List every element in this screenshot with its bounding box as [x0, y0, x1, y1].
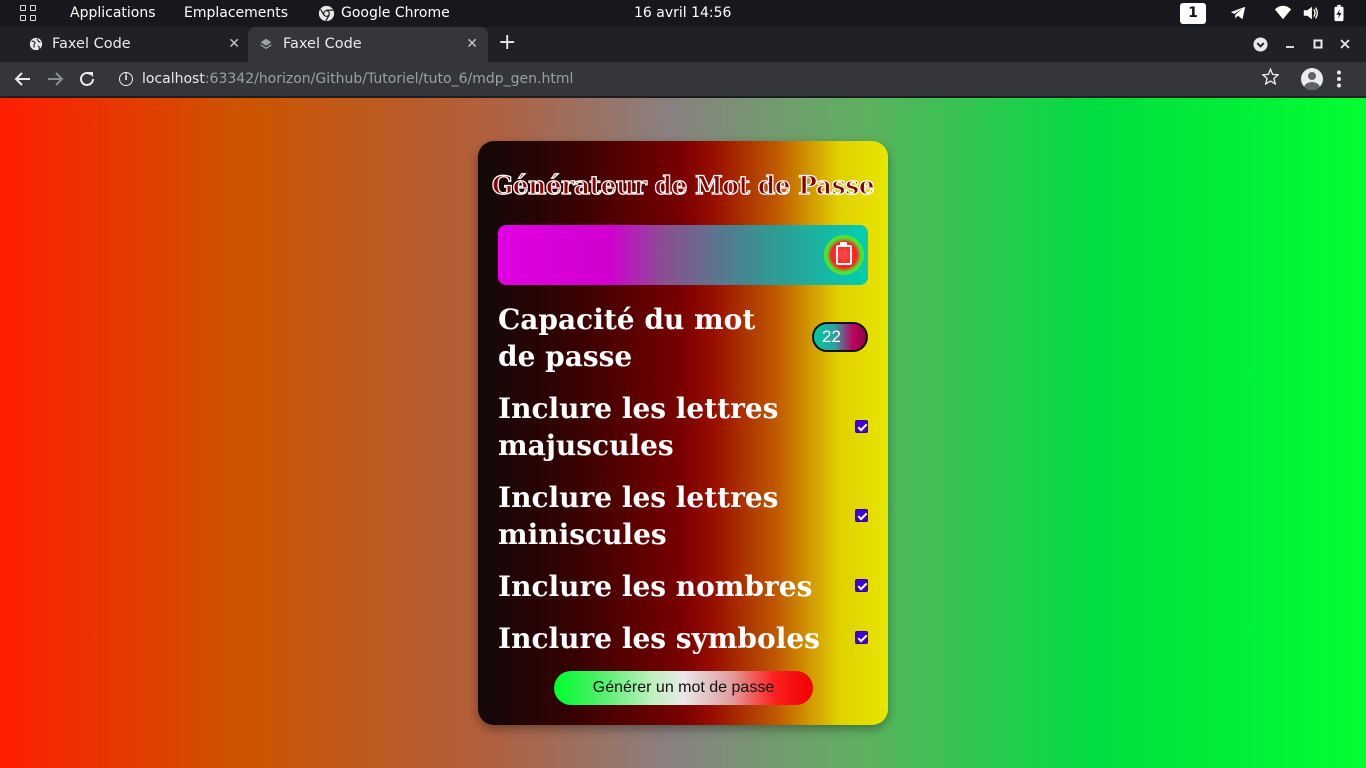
active-app-menu[interactable]: Google Chrome [341, 5, 450, 22]
tab-strip: Faxel Code ✕ Faxel Code ✕ + [0, 27, 1366, 62]
close-window-icon[interactable] [1339, 38, 1351, 50]
app-grid-icon[interactable] [20, 5, 38, 23]
globe-icon [29, 37, 43, 51]
url-host: localhost [142, 71, 205, 87]
copy-clipboard-button[interactable] [824, 235, 864, 275]
browser-toolbar: i localhost:63342/horizon/Github/Tutorie… [0, 62, 1366, 97]
close-tab-icon[interactable]: ✕ [466, 35, 478, 53]
workspace-indicator[interactable]: 1 [1180, 3, 1206, 24]
lowercase-label: Inclure les lettres miniscules [498, 481, 779, 551]
wifi-icon[interactable] [1274, 4, 1292, 22]
tab-faxel-code-1[interactable]: Faxel Code ✕ [8, 27, 248, 62]
numbers-label: Inclure les nombres [498, 570, 813, 603]
maximize-icon[interactable] [1312, 38, 1324, 50]
length-input[interactable]: 22 [812, 322, 868, 352]
tab-title: Faxel Code [52, 36, 131, 52]
applications-menu[interactable]: Applications [70, 5, 156, 22]
page-favicon-icon [260, 38, 272, 50]
back-arrow-icon[interactable] [12, 68, 34, 90]
chrome-icon [318, 5, 335, 22]
places-menu[interactable]: Emplacements [184, 5, 288, 22]
page-title: Générateur de Mot de Passe [491, 170, 875, 200]
tab-faxel-code-2[interactable]: Faxel Code ✕ [248, 27, 488, 62]
volume-icon[interactable] [1302, 4, 1320, 22]
clipboard-icon [836, 242, 852, 265]
site-info-icon[interactable]: i [119, 72, 133, 86]
symbols-label: Inclure les symboles [498, 622, 820, 655]
new-tab-button[interactable]: + [498, 32, 516, 54]
minimize-icon[interactable] [1284, 38, 1296, 50]
page-viewport: Générateur de Mot de Passe Capacité du m… [0, 98, 1366, 768]
battery-icon[interactable] [1330, 4, 1348, 22]
forward-arrow-icon[interactable] [44, 68, 66, 90]
chrome-menu-icon[interactable] [1336, 70, 1342, 88]
password-generator-card: Générateur de Mot de Passe Capacité du m… [478, 141, 888, 725]
url-text[interactable]: localhost:63342/horizon/Github/Tutoriel/… [142, 71, 573, 88]
numbers-checkbox[interactable] [855, 579, 868, 592]
address-bar[interactable]: i localhost:63342/horizon/Github/Tutorie… [108, 65, 1296, 94]
generate-password-button[interactable]: Générer un mot de passe [554, 671, 813, 705]
url-path: :63342/horizon/Github/Tutoriel/tuto_6/md… [204, 71, 574, 87]
clock[interactable]: 16 avril 14:56 [634, 5, 731, 22]
uppercase-checkbox[interactable] [855, 420, 868, 433]
tab-search-icon[interactable] [1253, 37, 1268, 52]
close-tab-icon[interactable]: ✕ [228, 35, 240, 53]
lowercase-checkbox[interactable] [855, 509, 868, 522]
bookmark-star-icon[interactable] [1262, 68, 1279, 85]
password-result-field[interactable] [498, 225, 868, 285]
system-top-bar: Applications Emplacements Google Chrome … [0, 0, 1366, 27]
tab-title: Faxel Code [283, 36, 362, 52]
telegram-icon[interactable] [1229, 4, 1247, 22]
uppercase-label: Inclure les lettres majuscules [498, 392, 779, 462]
profile-avatar-icon[interactable] [1301, 68, 1323, 90]
length-label: Capacité du mot de passe [498, 303, 756, 373]
symbols-checkbox[interactable] [855, 631, 868, 644]
reload-icon[interactable] [76, 68, 98, 90]
